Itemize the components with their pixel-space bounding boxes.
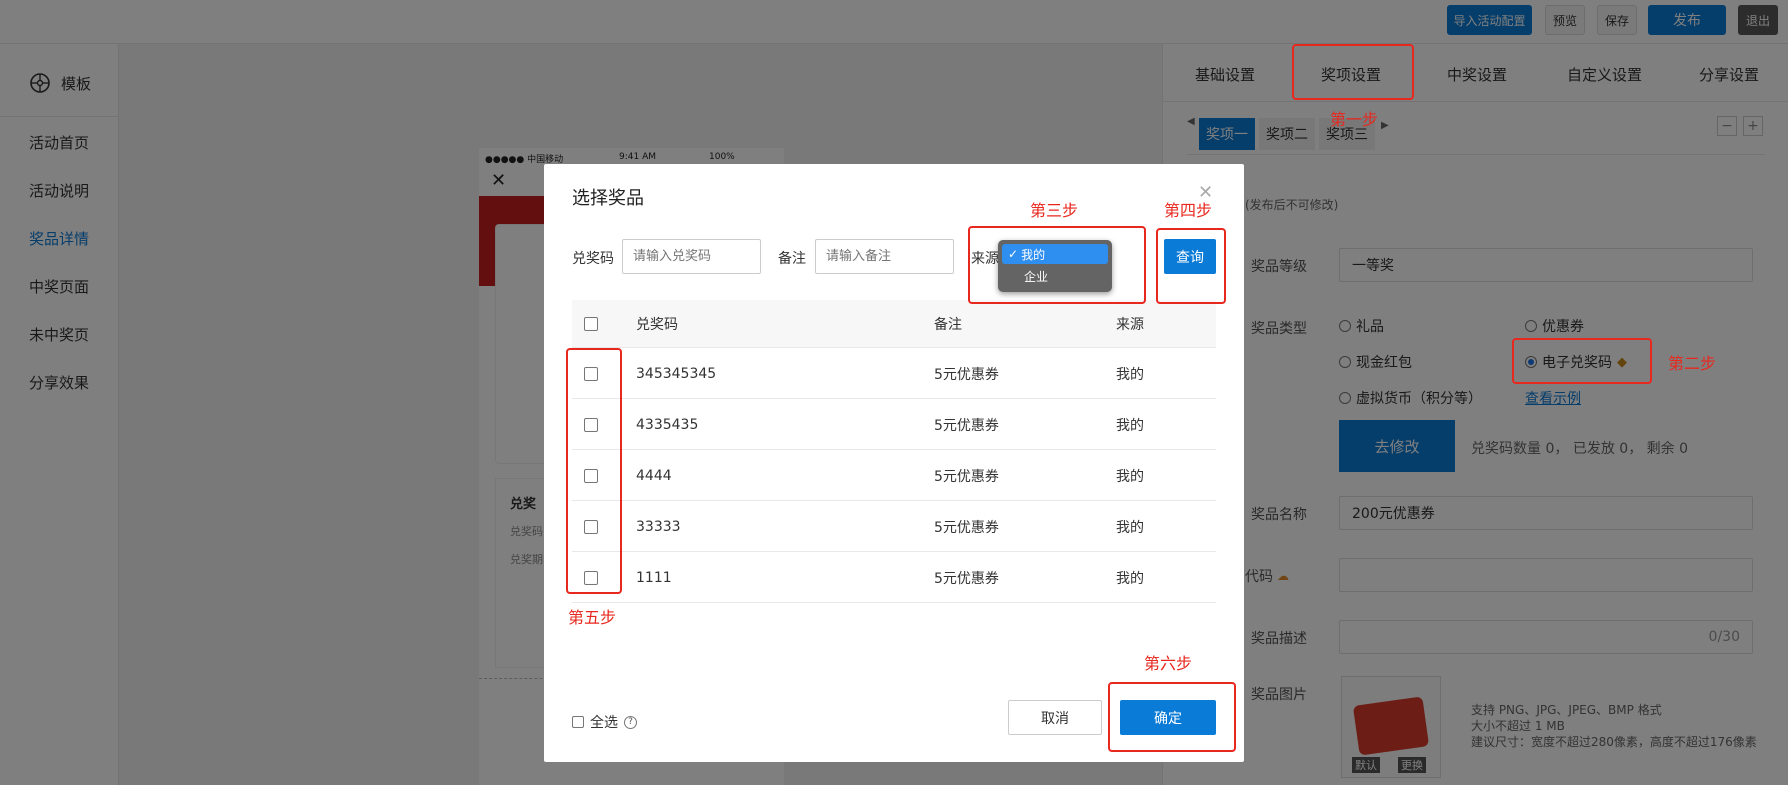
column-source: 来源 — [1116, 317, 1144, 333]
table-header: 兑奖码 备注 来源 — [572, 300, 1216, 348]
cancel-button[interactable]: 取消 — [1008, 700, 1102, 735]
cell-remark: 5元优惠券 — [934, 468, 999, 485]
step1-highlight — [1292, 44, 1414, 100]
cell-source: 我的 — [1116, 570, 1144, 587]
cell-remark: 5元优惠券 — [934, 417, 999, 434]
code-filter-label: 兑奖码 — [572, 251, 614, 267]
remark-filter-input[interactable] — [815, 239, 954, 274]
cell-source: 我的 — [1116, 468, 1144, 485]
table-row[interactable]: 1111 5元优惠券 我的 — [572, 552, 1216, 603]
cell-remark: 5元优惠券 — [934, 570, 999, 587]
cell-source: 我的 — [1116, 366, 1144, 383]
table-row[interactable]: 4444 5元优惠券 我的 — [572, 450, 1216, 501]
column-remark: 备注 — [934, 317, 962, 333]
step4-label: 第四步 — [1164, 201, 1213, 220]
select-all-checkbox[interactable] — [572, 716, 584, 728]
cell-remark: 5元优惠券 — [934, 366, 999, 383]
cell-code: 345345345 — [636, 365, 717, 382]
step5-highlight — [566, 348, 622, 594]
column-code: 兑奖码 — [636, 317, 678, 333]
cell-code: 4335435 — [636, 416, 699, 433]
header-checkbox[interactable] — [584, 317, 598, 331]
cell-remark: 5元优惠券 — [934, 519, 999, 536]
table-row[interactable]: 33333 5元优惠券 我的 — [572, 501, 1216, 552]
cell-code: 33333 — [636, 518, 681, 535]
step4-highlight — [1156, 228, 1226, 304]
step1-label: 第一步 — [1330, 110, 1379, 129]
select-all-label: 全选 — [590, 715, 618, 731]
remark-filter-label: 备注 — [778, 251, 806, 267]
table-row[interactable]: 4335435 5元优惠券 我的 — [572, 399, 1216, 450]
help-icon[interactable]: ? — [624, 715, 637, 729]
table-row[interactable]: 345345345 5元优惠券 我的 — [572, 348, 1216, 399]
header-checkbox-cell — [584, 300, 598, 348]
code-filter-input[interactable] — [622, 239, 761, 274]
select-all[interactable]: 全选 ? — [572, 712, 637, 732]
step6-label: 第六步 — [1144, 654, 1193, 673]
step3-label: 第三步 — [1030, 201, 1079, 220]
step2-label: 第二步 — [1668, 354, 1717, 373]
step5-label: 第五步 — [568, 608, 617, 627]
step3-highlight — [968, 226, 1146, 304]
cell-source: 我的 — [1116, 417, 1144, 434]
remark-filter-field[interactable] — [816, 240, 953, 273]
step2-highlight — [1512, 338, 1652, 384]
cell-source: 我的 — [1116, 519, 1144, 536]
code-filter-field[interactable] — [623, 240, 760, 273]
modal-title: 选择奖品 — [572, 188, 644, 209]
cell-code: 1111 — [636, 569, 672, 586]
step6-highlight — [1108, 682, 1236, 752]
cell-code: 4444 — [636, 467, 672, 484]
